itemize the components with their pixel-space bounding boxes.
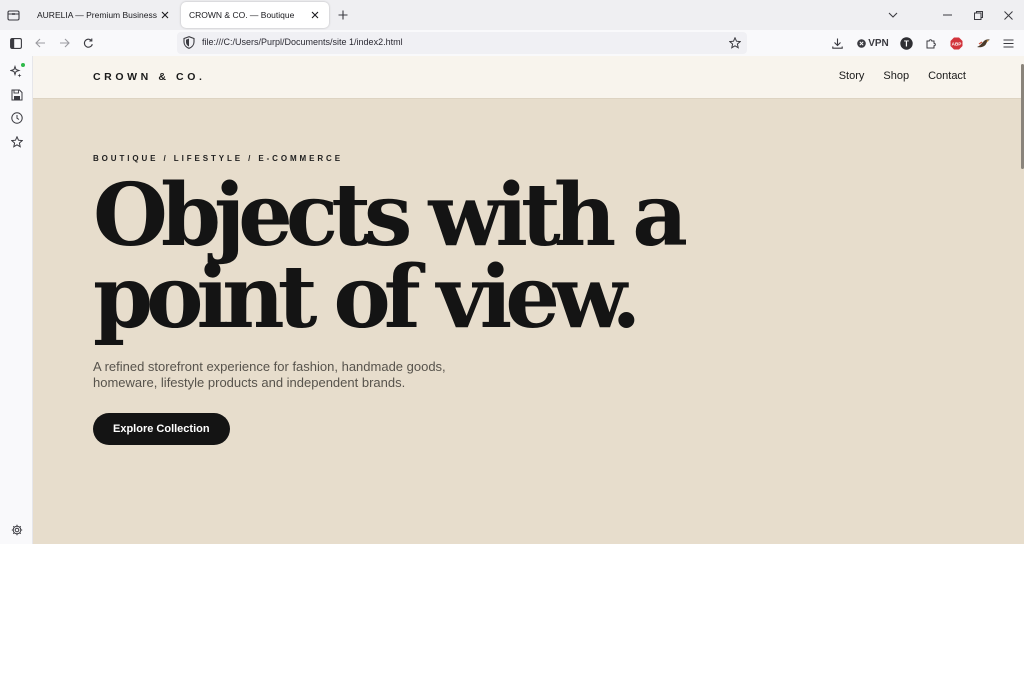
site-header: CROWN & CO. Story Shop Contact (33, 56, 1024, 99)
close-icon[interactable] (309, 9, 321, 21)
bookmarks-star-icon[interactable] (8, 133, 25, 150)
extension-t-button[interactable]: T (898, 34, 914, 52)
tab-title: AURELIA — Premium Business (37, 10, 157, 20)
bookmark-star-icon[interactable] (727, 35, 743, 51)
back-arrow-icon[interactable] (31, 34, 49, 52)
restore-button[interactable] (969, 6, 987, 24)
save-tabs-icon[interactable] (8, 86, 25, 103)
history-clock-icon[interactable] (8, 109, 25, 126)
brand-logo[interactable]: CROWN & CO. (93, 71, 206, 83)
url-bar[interactable]: file:///C:/Users/Purpl/Documents/site 1/… (177, 32, 747, 54)
close-window-button[interactable] (999, 6, 1017, 24)
shield-icon[interactable] (183, 36, 197, 50)
settings-gear-icon[interactable] (8, 521, 25, 538)
tab-list-icon[interactable] (4, 6, 22, 24)
extensions-puzzle-icon[interactable] (923, 34, 939, 52)
tab-bar: AURELIA — Premium Business CROWN & CO. —… (0, 0, 1024, 30)
extension-bird-icon[interactable] (974, 34, 992, 52)
reload-icon[interactable] (79, 34, 97, 52)
forward-arrow-icon[interactable] (55, 34, 73, 52)
hero-headline: Objects with a point of view. (93, 173, 733, 341)
adblock-extension-button[interactable]: ABP (948, 34, 964, 52)
minimize-button[interactable] (938, 6, 956, 24)
sidebar-toggle-icon[interactable] (7, 34, 25, 52)
nav-link-contact[interactable]: Contact (928, 70, 966, 82)
tab-aurelia[interactable]: AURELIA — Premium Business (29, 2, 179, 28)
url-text[interactable]: file:///C:/Users/Purpl/Documents/site 1/… (202, 37, 403, 47)
adblock-badge-text: ABP (951, 41, 961, 46)
tab-crown-co[interactable]: CROWN & CO. — Boutique (181, 2, 329, 28)
extension-t-letter: T (904, 39, 909, 48)
download-icon[interactable] (829, 34, 845, 52)
vpn-label: VPN (868, 37, 889, 49)
hero-eyebrow: BOUTIQUE / LIFESTYLE / E-COMMERCE (93, 154, 343, 163)
site-nav: Story Shop Contact (839, 70, 966, 82)
chevron-down-icon[interactable] (884, 6, 902, 24)
headline-line-2: point of view. (93, 247, 641, 348)
navigation-toolbar: file:///C:/Users/Purpl/Documents/site 1/… (0, 30, 1024, 56)
nav-link-shop[interactable]: Shop (883, 70, 909, 82)
vpn-off-icon (857, 38, 867, 48)
menu-hamburger-icon[interactable] (1000, 34, 1016, 52)
vpn-button[interactable]: VPN (855, 34, 891, 52)
nav-link-story[interactable]: Story (839, 70, 865, 82)
notification-dot (21, 63, 25, 67)
tab-title: CROWN & CO. — Boutique (189, 10, 295, 20)
browser-sidebar (0, 56, 33, 544)
explore-collection-button[interactable]: Explore Collection (93, 413, 230, 445)
page-viewport: CROWN & CO. Story Shop Contact BOUTIQUE … (33, 56, 1024, 544)
hero-section: BOUTIQUE / LIFESTYLE / E-COMMERCE Object… (93, 154, 793, 445)
close-icon[interactable] (159, 9, 171, 21)
new-tab-button[interactable] (335, 7, 351, 23)
ai-sparkle-icon[interactable] (8, 63, 25, 80)
hero-subtitle: A refined storefront experience for fash… (93, 359, 446, 390)
